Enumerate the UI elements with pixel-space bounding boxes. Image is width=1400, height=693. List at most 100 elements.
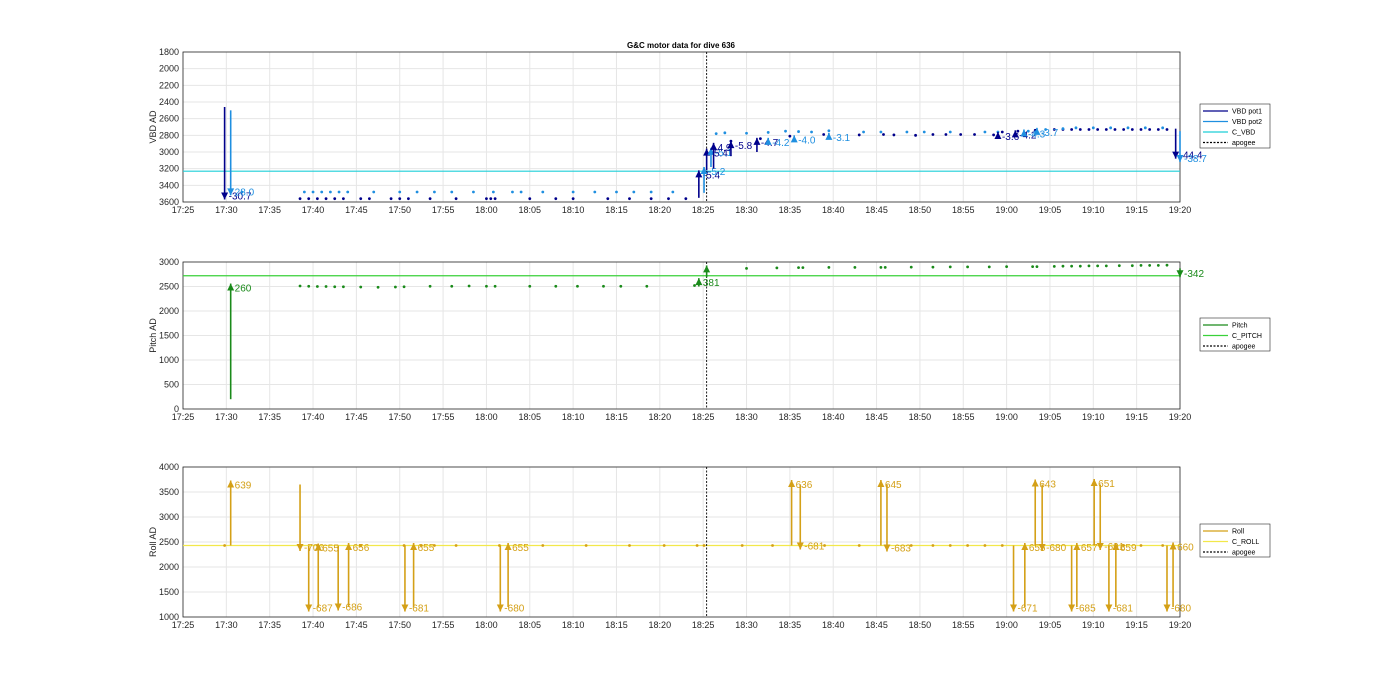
data-point — [862, 130, 865, 134]
arrow-label: -4.0 — [798, 135, 816, 146]
arrow-label: 655 — [418, 543, 435, 554]
arrow-label: -680 — [1171, 604, 1191, 615]
data-point — [973, 133, 976, 136]
data-point — [1161, 544, 1165, 547]
data-point — [324, 285, 328, 288]
data-point — [394, 285, 397, 289]
data-point — [415, 190, 419, 194]
x-tick-label: 18:35 — [779, 620, 802, 630]
x-tick-label: 19:20 — [1169, 412, 1192, 422]
arrow-label: 655 — [322, 544, 339, 555]
data-point — [628, 197, 631, 201]
y-tick-label: 2000 — [159, 306, 179, 316]
arrow-label: -686 — [342, 603, 362, 614]
data-point — [931, 544, 935, 547]
data-point — [359, 285, 363, 289]
y-tick-label: 2400 — [159, 97, 179, 107]
data-point — [619, 284, 623, 288]
data-point — [702, 544, 706, 547]
data-point — [320, 190, 324, 194]
data-point — [801, 266, 805, 270]
y-tick-label: 2000 — [159, 562, 179, 572]
data-point — [602, 284, 605, 288]
data-point — [740, 544, 744, 547]
data-point — [879, 130, 883, 134]
data-point — [1113, 128, 1117, 131]
legend-label: C_PITCH — [1232, 333, 1262, 340]
data-point — [983, 130, 987, 134]
data-point — [931, 265, 935, 269]
data-point — [645, 284, 649, 288]
x-tick-label: 19:15 — [1125, 412, 1148, 422]
data-point — [1091, 126, 1095, 130]
data-point — [1035, 265, 1039, 269]
data-point — [1143, 126, 1147, 130]
data-point — [398, 190, 402, 194]
x-tick-label: 18:55 — [952, 620, 975, 630]
arrow-label: 657 — [1081, 543, 1098, 554]
data-point — [948, 265, 952, 269]
x-tick-label: 18:10 — [562, 620, 585, 630]
x-tick-label: 18:45 — [865, 412, 888, 422]
data-point — [766, 131, 770, 134]
data-point — [714, 132, 718, 136]
data-point — [1070, 128, 1074, 131]
arrow-label: 28.0 — [235, 187, 255, 198]
data-point — [723, 131, 727, 135]
data-point — [879, 265, 883, 269]
x-tick-label: 17:50 — [388, 620, 411, 630]
data-point — [632, 190, 636, 194]
data-point — [302, 190, 306, 194]
legend-label: VBD pot1 — [1232, 109, 1262, 116]
x-tick-label: 18:10 — [562, 205, 585, 215]
data-point — [1139, 544, 1143, 547]
x-tick-label: 17:35 — [258, 205, 281, 215]
arrow-label: -5.8 — [735, 141, 753, 152]
y-tick-label: 3500 — [159, 487, 179, 497]
data-point — [450, 284, 454, 288]
x-tick-label: 18:30 — [735, 205, 758, 215]
legend-label: apogee — [1232, 550, 1255, 557]
data-point — [472, 190, 475, 194]
arrow-label: -680 — [1046, 543, 1066, 554]
x-tick-label: 17:40 — [302, 205, 325, 215]
data-point — [810, 130, 813, 134]
x-tick-label: 17:55 — [432, 412, 455, 422]
data-point — [1156, 128, 1160, 131]
x-tick-label: 19:00 — [995, 412, 1018, 422]
data-point — [1122, 128, 1126, 131]
data-point — [1052, 265, 1056, 268]
data-point — [223, 544, 227, 547]
x-tick-label: 18:10 — [562, 412, 585, 422]
x-tick-label: 18:20 — [649, 620, 672, 630]
data-point — [298, 197, 302, 201]
data-point — [528, 197, 532, 201]
data-point — [987, 265, 991, 269]
data-point — [1096, 264, 1100, 268]
x-tick-label: 18:25 — [692, 412, 715, 422]
data-point — [328, 190, 332, 194]
y-tick-label: 3000 — [159, 147, 179, 157]
data-point — [684, 197, 688, 201]
data-point — [576, 284, 579, 288]
data-point — [905, 130, 909, 134]
data-point — [1087, 264, 1091, 268]
legend-label: apogee — [1232, 344, 1255, 351]
y-tick-label: 2500 — [159, 282, 179, 292]
x-tick-label: 18:45 — [865, 205, 888, 215]
data-point — [1005, 265, 1009, 269]
data-point — [1109, 126, 1113, 130]
x-tick-label: 19:20 — [1169, 205, 1192, 215]
data-point — [428, 197, 432, 201]
data-point — [428, 284, 432, 288]
data-point — [1061, 264, 1065, 268]
data-point — [1130, 128, 1134, 131]
data-point — [398, 197, 402, 201]
x-tick-label: 18:20 — [649, 412, 672, 422]
data-point — [948, 544, 952, 547]
data-point — [892, 133, 896, 137]
data-point — [307, 284, 311, 288]
data-point — [1096, 128, 1100, 131]
x-tick-label: 17:45 — [345, 205, 368, 215]
data-point — [1117, 264, 1121, 268]
